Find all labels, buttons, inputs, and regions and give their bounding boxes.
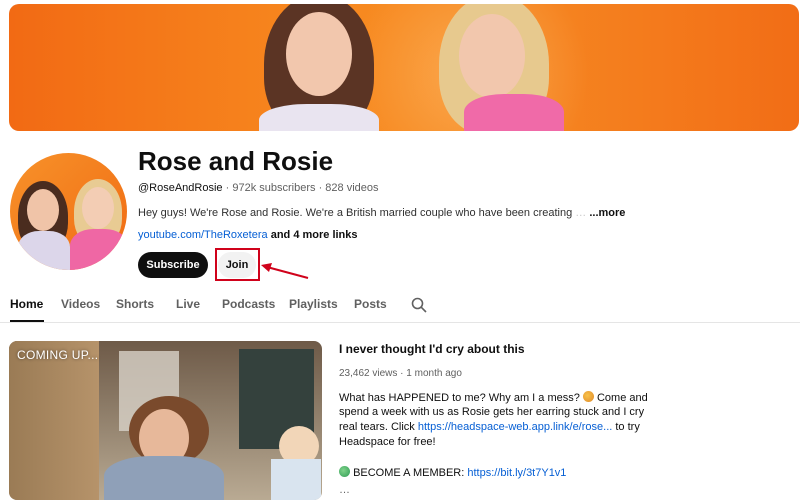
tab-podcasts[interactable]: Podcasts bbox=[222, 297, 275, 311]
video-description-line: What has HAPPENED to me? Why am I a mess… bbox=[339, 391, 648, 404]
channel-meta: @RoseAndRosie · 972k subscribers · 828 v… bbox=[138, 182, 379, 194]
channel-links: youtube.com/TheRoxetera and 4 more links bbox=[138, 229, 358, 241]
video-count: 828 videos bbox=[325, 182, 379, 194]
subscribe-button[interactable]: Subscribe bbox=[138, 252, 208, 278]
description-more-link[interactable]: ...more bbox=[589, 207, 625, 219]
more-links-button[interactable]: and 4 more links bbox=[271, 229, 358, 241]
channel-avatar[interactable] bbox=[10, 153, 127, 270]
tab-videos[interactable]: Videos bbox=[61, 297, 100, 311]
channel-name: Rose and Rosie bbox=[138, 146, 334, 176]
thumbnail-overlay-text: COMING UP... bbox=[17, 348, 99, 362]
join-highlight-box bbox=[215, 248, 260, 281]
video-description-line: real tears. Click https://headspace-web.… bbox=[339, 421, 640, 433]
tab-live[interactable]: Live bbox=[176, 297, 200, 311]
search-icon[interactable] bbox=[411, 297, 427, 313]
video-views: 23,462 views bbox=[339, 368, 398, 379]
headspace-link[interactable]: https://headspace-web.app.link/e/rose... bbox=[418, 421, 612, 433]
tabs-divider bbox=[0, 322, 800, 323]
tab-home[interactable]: Home bbox=[10, 297, 43, 311]
featured-video-thumbnail[interactable]: COMING UP... bbox=[9, 341, 322, 500]
description-continuation: … bbox=[339, 484, 350, 496]
tab-playlists[interactable]: Playlists bbox=[289, 297, 338, 311]
tab-shorts[interactable]: Shorts bbox=[116, 297, 154, 311]
channel-handle: @RoseAndRosie bbox=[138, 182, 223, 194]
red-arrow-annotation bbox=[261, 263, 309, 279]
channel-banner bbox=[9, 4, 799, 131]
channel-description-text: Hey guys! We're Rose and Rosie. We're a … bbox=[138, 207, 573, 219]
member-line: BECOME A MEMBER: https://bit.ly/3t7Y1v1 bbox=[339, 466, 566, 479]
featured-video-meta: 23,462 views · 1 month ago bbox=[339, 368, 462, 379]
face-emoji-icon bbox=[582, 391, 594, 402]
globe-emoji-icon bbox=[339, 466, 350, 477]
channel-description[interactable]: Hey guys! We're Rose and Rosie. We're a … bbox=[138, 207, 625, 219]
video-description-line: spend a week with us as Rosie gets her e… bbox=[339, 406, 645, 418]
featured-video-title[interactable]: I never thought I'd cry about this bbox=[339, 342, 525, 356]
channel-link[interactable]: youtube.com/TheRoxetera bbox=[138, 229, 268, 241]
subscriber-count: 972k subscribers bbox=[232, 182, 316, 194]
video-description-line: Headspace for free! bbox=[339, 436, 436, 448]
member-link[interactable]: https://bit.ly/3t7Y1v1 bbox=[467, 467, 566, 479]
tab-posts[interactable]: Posts bbox=[354, 297, 387, 311]
video-age: 1 month ago bbox=[406, 368, 462, 379]
